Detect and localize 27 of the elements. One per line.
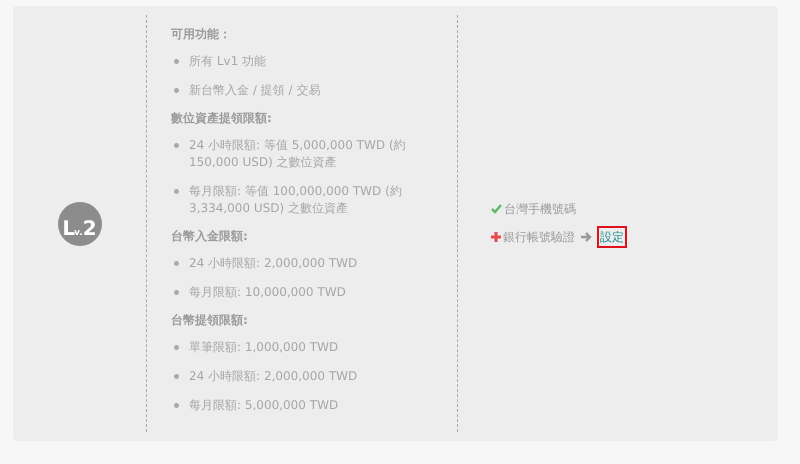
bullet-icon [174,189,179,194]
bullet-icon [174,374,179,379]
bullet-icon [174,143,179,148]
list-item: 新台幣入金 / 提領 / 交易 [189,82,322,99]
bullet-icon [174,290,179,295]
section-heading: 可用功能： [171,26,232,43]
requirement-label: 台灣手機號碼 [504,200,576,218]
section-heading: 台幣入金限額: [171,228,249,245]
list-item: 24 小時限額: 2,000,000 TWD [189,368,358,385]
settings-link[interactable]: 設定 [597,226,627,248]
list-item: 所有 Lv1 功能 [189,53,268,70]
list-item: 單筆限額: 1,000,000 TWD [189,339,340,356]
list-item: 每月限額: 5,000,000 TWD [189,397,340,414]
bullet-icon [174,345,179,350]
list-item: 每月限額: 等值 100,000,000 TWD (約 3,334,000 USD) 之數位資產 [189,183,403,217]
bullet-icon [174,403,179,408]
requirement-label: 銀行帳號驗證 [503,228,575,246]
bullet-icon [174,59,179,64]
bullet-icon [174,88,179,93]
section-heading: 台幣提領限額: [171,312,249,329]
list-item: 24 小時限額: 等值 5,000,000 TWD (約 150,000 USD) 之數位資產 [189,137,407,171]
section-heading: 數位資產提領限額: [171,110,273,127]
list-item: 24 小時限額: 2,000,000 TWD [189,255,358,272]
bullet-icon [174,261,179,266]
level-badge: Lv.2 [58,202,102,246]
arrow-icon [581,232,592,242]
list-item: 每月限額: 10,000,000 TWD [189,284,347,301]
